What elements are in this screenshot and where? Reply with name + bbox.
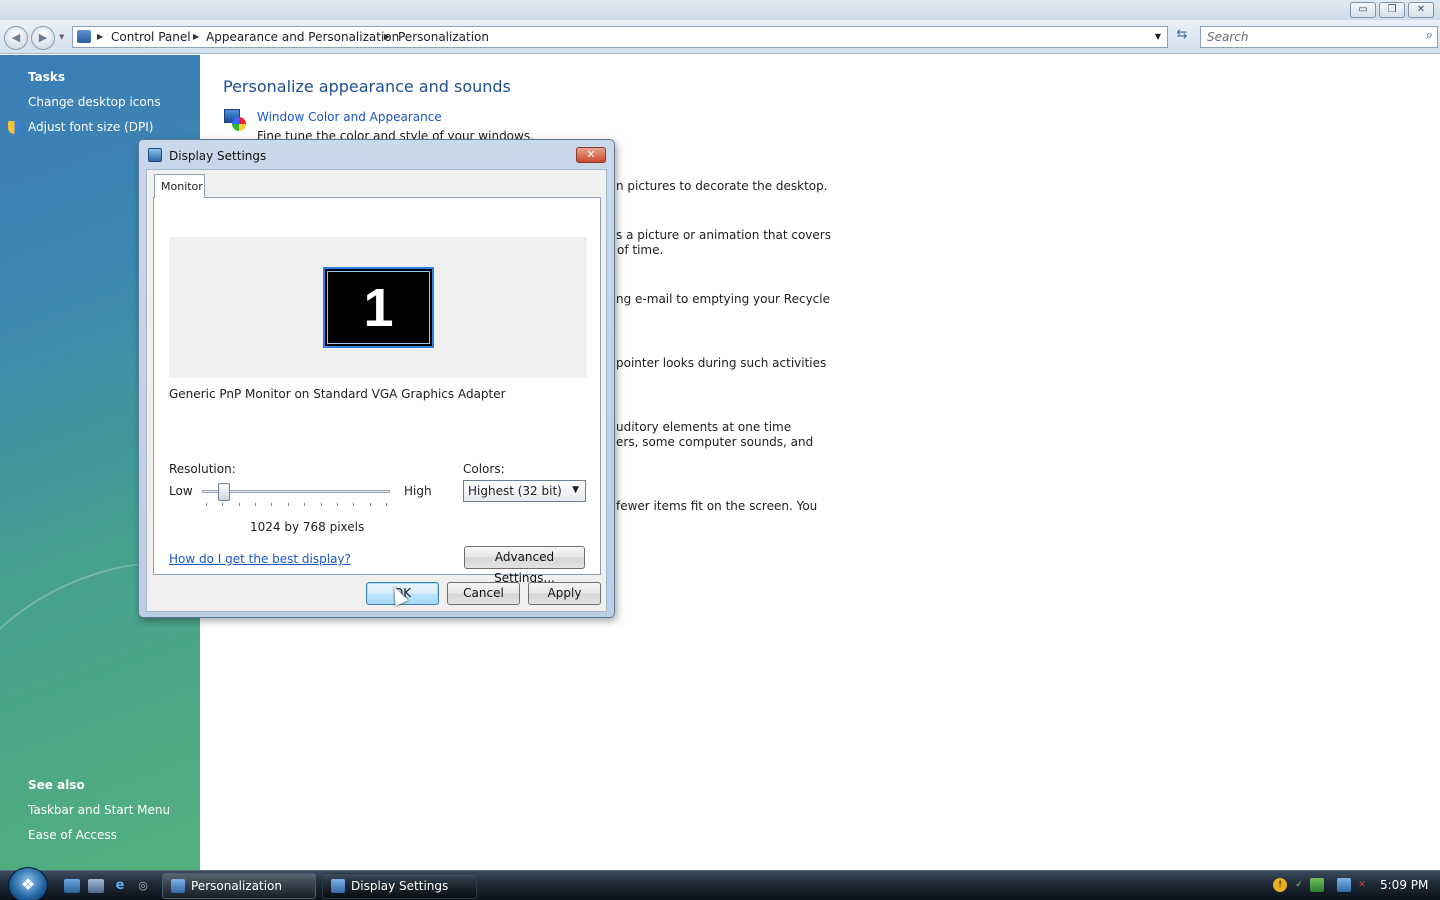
resolution-slider-thumb[interactable] bbox=[218, 483, 230, 501]
monitor-number: 1 bbox=[327, 271, 430, 344]
switch-windows-icon[interactable] bbox=[88, 879, 104, 893]
best-display-help-link[interactable]: How do I get the best display? bbox=[169, 552, 351, 566]
breadcrumb-separator-icon[interactable]: ▶ bbox=[384, 32, 390, 41]
slider-tick bbox=[222, 503, 224, 506]
monitor-arrangement-area: 1 bbox=[169, 237, 587, 378]
resolution-value: 1024 by 768 pixels bbox=[250, 520, 365, 534]
taskbar-item-display-settings[interactable]: Display Settings bbox=[322, 873, 477, 899]
tasks-heading: Tasks bbox=[28, 70, 66, 84]
breadcrumb-separator-icon: ▶ bbox=[97, 32, 104, 41]
breadcrumb-personalization[interactable]: Personalization bbox=[398, 30, 489, 44]
checkmark-icon[interactable]: ✓ bbox=[1292, 878, 1306, 892]
resolution-high-label: High bbox=[404, 484, 432, 498]
search-icon[interactable]: ⌕ bbox=[1426, 28, 1433, 43]
window-close-button[interactable]: ✕ bbox=[1408, 2, 1434, 18]
monitor-tab-panel: 1 Generic PnP Monitor on Standard VGA Gr… bbox=[153, 197, 601, 585]
media-player-icon[interactable]: ◎ bbox=[135, 879, 151, 893]
advanced-settings-button[interactable]: Advanced Settings... bbox=[464, 546, 585, 585]
uac-shield-icon bbox=[8, 121, 21, 134]
see-also-taskbar[interactable]: Taskbar and Start Menu bbox=[28, 803, 170, 817]
internet-explorer-icon[interactable]: e bbox=[112, 879, 128, 893]
item-desc-fragment: n pictures to decorate the desktop. bbox=[616, 179, 828, 193]
window-color-icon bbox=[224, 109, 246, 131]
slider-tick bbox=[369, 503, 371, 506]
see-also-ease-of-access[interactable]: Ease of Access bbox=[28, 828, 117, 842]
display-tray-icon[interactable] bbox=[1337, 878, 1351, 892]
task-adjust-font-size[interactable]: Adjust font size (DPI) bbox=[28, 120, 153, 134]
page-title: Personalize appearance and sounds bbox=[223, 77, 511, 96]
search-placeholder: Search bbox=[1207, 30, 1249, 44]
colors-dropdown[interactable]: Highest (32 bit) ▼ bbox=[463, 480, 586, 502]
slider-tick bbox=[320, 503, 322, 506]
security-alert-icon[interactable]: ! bbox=[1273, 878, 1287, 892]
item-desc-fragment: pointer looks during such activities bbox=[616, 356, 827, 370]
monitor-name: Generic PnP Monitor on Standard VGA Grap… bbox=[169, 387, 506, 401]
taskbar-item-personalization[interactable]: Personalization bbox=[162, 873, 316, 899]
address-toolbar: ◀ ▶ ▼ ▶ Control Panel ▶ Appearance and P… bbox=[0, 20, 1440, 54]
control-panel-icon bbox=[77, 30, 91, 43]
dialog-body: Monitor 1 Generic PnP Monitor on Standar… bbox=[146, 169, 607, 612]
window-color-link[interactable]: Window Color and Appearance bbox=[257, 110, 442, 124]
volume-muted-icon[interactable]: ✕ bbox=[1355, 878, 1369, 892]
slider-tick bbox=[287, 503, 289, 506]
breadcrumb-appearance[interactable]: Appearance and Personalization bbox=[206, 30, 399, 44]
forward-button[interactable]: ▶ bbox=[31, 26, 55, 50]
see-also-heading: See also bbox=[28, 778, 85, 792]
slider-tick bbox=[386, 503, 387, 506]
show-desktop-icon[interactable] bbox=[64, 879, 80, 893]
item-desc-fragment: fewer items fit on the screen. You bbox=[616, 499, 818, 513]
slider-tick bbox=[271, 503, 273, 506]
dialog-close-button[interactable]: ✕ bbox=[576, 147, 606, 163]
breadcrumb-separator-icon[interactable]: ▶ bbox=[193, 32, 199, 41]
tab-monitor[interactable]: Monitor bbox=[154, 174, 205, 198]
display-settings-dialog: Display Settings ✕ Monitor 1 Generic PnP… bbox=[138, 139, 615, 618]
chevron-down-icon: ▼ bbox=[572, 485, 579, 495]
resolution-low-label: Low bbox=[169, 484, 193, 498]
item-desc-fragment: uditory elements at one time bbox=[616, 420, 792, 434]
back-arrow-icon: ◀ bbox=[11, 31, 21, 44]
item-desc-fragment: s a picture or animation that covers bbox=[616, 228, 831, 242]
resolution-label: Resolution: bbox=[169, 462, 236, 476]
taskbar-item-label: Display Settings bbox=[351, 879, 449, 893]
colors-selected-value: Highest (32 bit) bbox=[468, 484, 562, 498]
back-button[interactable]: ◀ bbox=[4, 26, 28, 50]
colors-label: Colors: bbox=[463, 462, 505, 476]
forward-arrow-icon: ▶ bbox=[38, 31, 48, 44]
clock[interactable]: 5:09 PM bbox=[1380, 878, 1428, 892]
restore-button[interactable]: ❐ bbox=[1379, 2, 1405, 18]
search-input[interactable]: Search ⌕ bbox=[1200, 26, 1438, 48]
taskbar: ❖ e ◎ Personalization Display Settings !… bbox=[0, 867, 1440, 900]
item-desc-fragment: of time. bbox=[617, 243, 664, 257]
window-titlebar: ▭ ❐ ✕ bbox=[0, 0, 1440, 20]
recent-pages-dropdown[interactable]: ▼ bbox=[59, 33, 64, 41]
windows-logo-icon: ❖ bbox=[20, 875, 36, 894]
dialog-title: Display Settings bbox=[169, 149, 267, 163]
apply-button[interactable]: Apply bbox=[528, 582, 601, 605]
slider-tick bbox=[353, 503, 355, 506]
slider-tick bbox=[304, 503, 306, 506]
item-desc-fragment: ers, some computer sounds, and bbox=[616, 435, 814, 449]
resolution-slider-track[interactable] bbox=[202, 490, 390, 493]
task-change-desktop-icons[interactable]: Change desktop icons bbox=[28, 95, 161, 109]
monitor-1-tile[interactable]: 1 bbox=[323, 267, 434, 348]
cancel-button[interactable]: Cancel bbox=[447, 582, 520, 605]
slider-tick bbox=[238, 503, 240, 506]
display-settings-icon bbox=[331, 879, 345, 893]
network-icon[interactable] bbox=[1310, 878, 1324, 892]
breadcrumb-control-panel[interactable]: Control Panel bbox=[111, 30, 191, 44]
start-button[interactable]: ❖ bbox=[8, 867, 48, 900]
item-desc-fragment: ng e-mail to emptying your Recycle bbox=[616, 292, 830, 306]
display-settings-icon bbox=[148, 148, 162, 162]
slider-tick bbox=[336, 503, 338, 506]
slider-tick bbox=[255, 503, 257, 506]
address-dropdown-icon[interactable]: ▼ bbox=[1155, 32, 1161, 41]
control-panel-icon bbox=[171, 879, 185, 893]
minimize-button[interactable]: ▭ bbox=[1350, 2, 1376, 18]
refresh-icon[interactable]: ⇆ bbox=[1171, 27, 1193, 47]
address-bar[interactable]: ▶ Control Panel ▶ Appearance and Persona… bbox=[72, 26, 1168, 48]
taskbar-item-label: Personalization bbox=[191, 879, 282, 893]
slider-tick bbox=[206, 503, 207, 506]
